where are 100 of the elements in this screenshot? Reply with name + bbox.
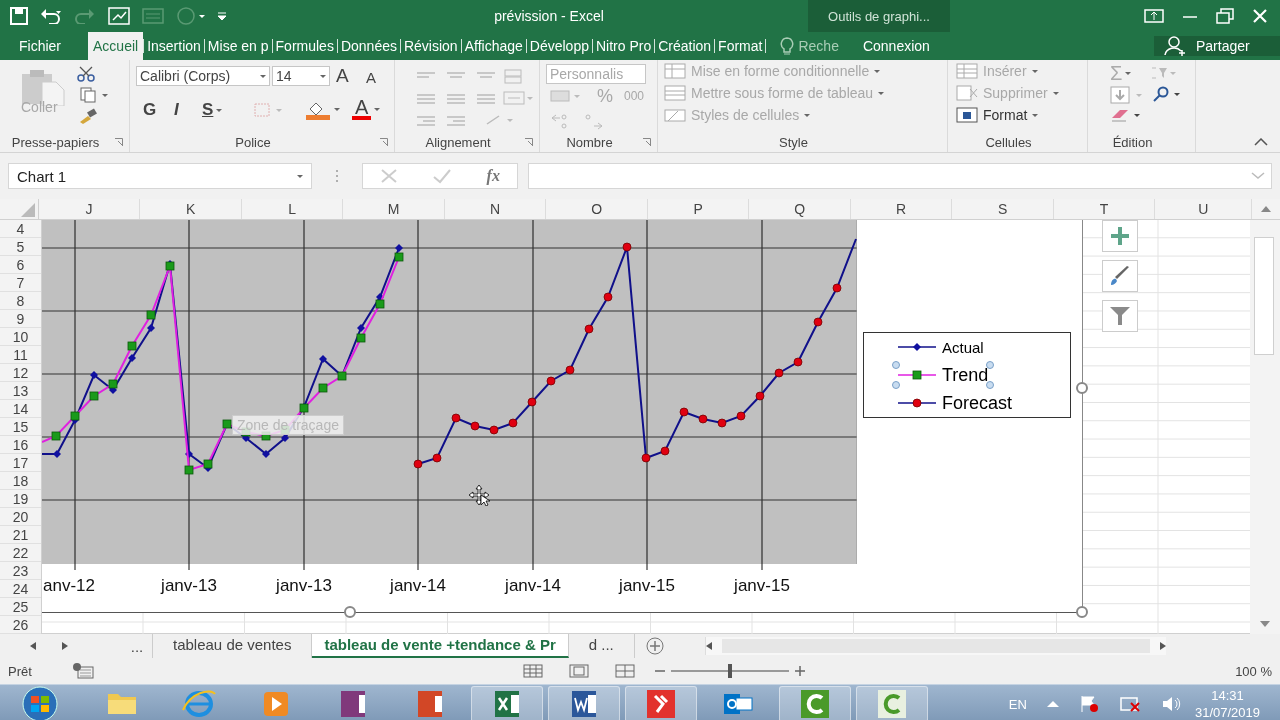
page-break-icon[interactable] [615, 664, 636, 678]
sign-in-link[interactable]: Connexion [854, 38, 948, 54]
column-header[interactable]: J [38, 199, 141, 219]
row-header[interactable]: 13 [0, 382, 41, 400]
dialog-launcher-icon[interactable] [380, 138, 388, 146]
share-button[interactable]: Partager [1154, 36, 1280, 56]
more-sheets-button[interactable]: ... [122, 637, 152, 655]
undo-icon[interactable] [40, 8, 62, 24]
ribbon-tab[interactable]: Accueil [88, 32, 144, 60]
column-header[interactable]: O [546, 199, 648, 219]
scissors-icon[interactable] [77, 66, 95, 82]
redo-icon[interactable] [74, 8, 96, 24]
resize-handle[interactable] [1076, 606, 1088, 618]
font-name-field[interactable]: Calibri (Corps) [136, 66, 270, 86]
ribbon-tab[interactable]: Création [655, 32, 715, 60]
fill-color-icon[interactable] [306, 100, 340, 120]
zoom-level[interactable]: 100 % [1235, 663, 1280, 679]
row-header[interactable]: 22 [0, 544, 41, 562]
customize-icon[interactable] [218, 12, 226, 20]
ribbon-tab[interactable]: Fichier [16, 32, 64, 60]
row-header[interactable]: 6 [0, 256, 41, 274]
chart-switch-icon[interactable] [108, 7, 130, 25]
column-header[interactable]: N [444, 199, 547, 219]
row-header[interactable]: 19 [0, 490, 41, 508]
network-icon[interactable] [1118, 695, 1141, 713]
ribbon-tab[interactable]: Révision [400, 32, 461, 60]
macro-record-icon[interactable] [71, 663, 94, 679]
column-header[interactable]: M [343, 199, 445, 219]
expand-icon[interactable] [1251, 172, 1265, 180]
ribbon-tab[interactable]: Affichage [461, 32, 526, 60]
column-header[interactable]: L [241, 199, 344, 219]
underline-button[interactable]: S [202, 100, 223, 120]
scroll-right-icon[interactable] [62, 642, 68, 650]
show-hidden-icon[interactable] [1046, 700, 1059, 708]
scroll-thumb[interactable] [1254, 237, 1274, 355]
column-header[interactable]: R [850, 199, 953, 219]
cells-menu-button[interactable]: Format [956, 107, 1039, 123]
sheet-tab[interactable]: tableau de vente +tendance & Pr [312, 634, 569, 658]
row-header[interactable]: 7 [0, 274, 41, 292]
new-sheet-icon[interactable] [644, 636, 665, 656]
horizontal-scrollbar[interactable] [704, 637, 1166, 655]
ribbon-tab[interactable]: Formules [272, 32, 337, 60]
flag-icon[interactable] [1078, 695, 1099, 713]
scroll-left-icon[interactable] [705, 642, 712, 650]
scroll-up-icon[interactable] [1260, 205, 1273, 213]
column-header[interactable]: U [1155, 199, 1253, 219]
selection-handle[interactable] [986, 381, 995, 389]
volume-icon[interactable] [1160, 695, 1181, 713]
save-icon[interactable] [10, 7, 28, 25]
selection-handle[interactable] [892, 381, 900, 389]
copy-icon[interactable] [80, 87, 108, 103]
legend-entry[interactable]: Forecast [892, 389, 1019, 417]
column-header[interactable]: S [952, 199, 1054, 219]
forecast-line[interactable] [413, 238, 857, 469]
row-header[interactable]: 24 [0, 580, 41, 598]
filter-icon[interactable] [1109, 305, 1131, 327]
page-layout-icon[interactable] [569, 664, 590, 678]
column-header[interactable]: Q [749, 199, 851, 219]
dialog-launcher-icon[interactable] [643, 138, 651, 146]
format-painter-icon[interactable] [78, 108, 98, 124]
row-header[interactable]: 23 [0, 562, 41, 580]
column-header[interactable]: K [140, 199, 242, 219]
row-header[interactable]: 21 [0, 526, 41, 544]
ribbon-tab[interactable]: Développ [526, 32, 592, 60]
column-header[interactable]: P [647, 199, 750, 219]
italic-button[interactable]: I [174, 100, 179, 120]
shape-icon[interactable] [176, 7, 206, 25]
close-icon[interactable] [1252, 8, 1268, 24]
row-header[interactable]: 20 [0, 508, 41, 526]
row-header[interactable]: 16 [0, 436, 41, 454]
collapse-ribbon-icon[interactable] [1254, 138, 1268, 146]
grow-font-button[interactable]: A [336, 65, 349, 87]
row-header[interactable]: 5 [0, 238, 41, 256]
ribbon-tab[interactable]: Données [337, 32, 400, 60]
ribbon-tab[interactable]: Insertion [144, 32, 204, 60]
scroll-left-icon[interactable] [30, 642, 36, 650]
row-header[interactable]: 14 [0, 400, 41, 418]
insert-function-button[interactable]: fx [486, 167, 500, 185]
row-header[interactable]: 9 [0, 310, 41, 328]
scroll-right-icon[interactable] [1159, 642, 1166, 650]
ribbon-tab[interactable]: Mise en p [204, 32, 272, 60]
scroll-down-icon[interactable] [1259, 620, 1271, 628]
legend-entry[interactable]: Trend [892, 361, 995, 389]
column-header[interactable]: T [1053, 199, 1156, 219]
selection-handle[interactable] [986, 361, 995, 369]
shrink-font-button[interactable]: A [366, 69, 376, 86]
add-element-icon[interactable] [1109, 225, 1131, 247]
row-header[interactable]: 15 [0, 418, 41, 436]
zoom-slider-thumb[interactable] [728, 664, 733, 678]
formula-input[interactable] [528, 163, 1272, 189]
plot-area[interactable] [42, 220, 857, 564]
row-header[interactable]: 25 [0, 598, 41, 616]
font-size-field[interactable]: 14 [272, 66, 330, 86]
zoom-in-icon[interactable] [795, 666, 806, 676]
bold-button[interactable]: G [143, 100, 157, 120]
dialog-launcher-icon[interactable] [115, 138, 123, 146]
selection-handle[interactable] [892, 361, 900, 369]
brush-icon[interactable] [1109, 265, 1131, 287]
font-color-button[interactable]: A [352, 98, 381, 120]
row-header[interactable]: 8 [0, 292, 41, 310]
